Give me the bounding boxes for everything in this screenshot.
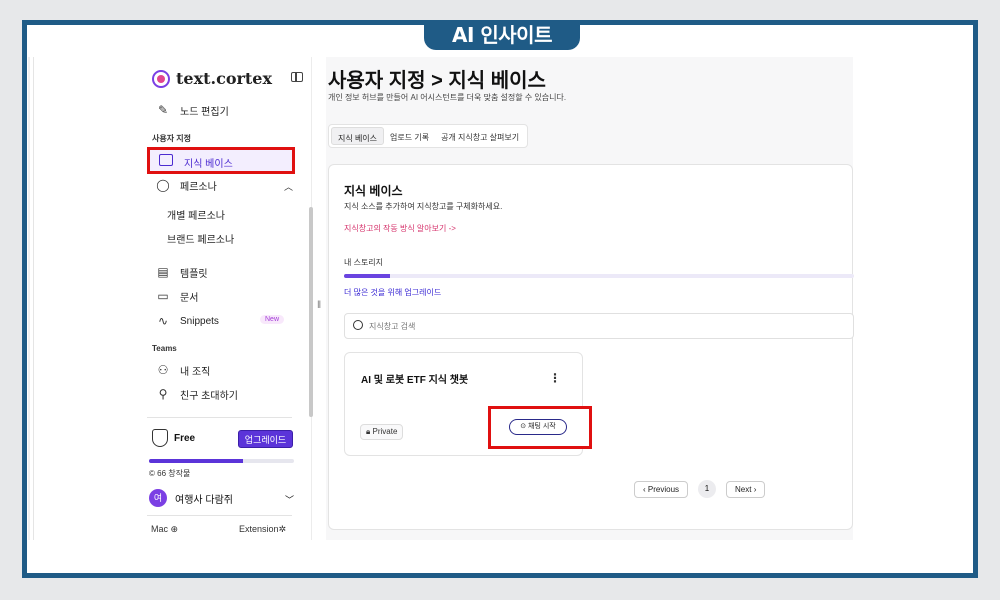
plan-name: Free (174, 432, 196, 444)
sidebar-item-invite-friends[interactable]: ⚲ 친구 초대하기 (156, 385, 238, 403)
chevron-up-icon[interactable]: ︿ (284, 180, 293, 193)
user-plus-icon: ⚲ (158, 387, 168, 401)
start-chat-button[interactable]: ⊙ 채팅 시작 (509, 419, 567, 435)
knowledge-card-title: AI 및 로봇 ETF 지식 챗봇 (361, 375, 469, 386)
private-badge: 🔒︎ Private (360, 424, 404, 440)
tab-public-knowledge[interactable]: 공개 지식창고 살펴보기 (435, 127, 525, 145)
logo[interactable]: text.cortex (152, 69, 272, 88)
sidebar-item-label: 템플릿 (180, 268, 208, 280)
sidebar-item-knowledge-base[interactable]: 지식 베이스 (147, 147, 295, 174)
avatar: 여 (149, 489, 167, 507)
privacy-label: Private (372, 427, 398, 436)
sidebar-item-label: 내 조직 (180, 366, 211, 378)
divider (147, 417, 292, 418)
plan-usage-fill (149, 459, 244, 463)
logo-text: text.cortex (176, 69, 273, 88)
search-icon (353, 320, 363, 330)
folder-icon: ▭ (157, 289, 169, 303)
divider (147, 515, 292, 516)
how-it-works-link[interactable]: 지식창고의 작동 방식 알아보기 -> (344, 223, 456, 234)
storage-label: 내 스토리지 (344, 258, 384, 267)
chevron-left-icon: ‹ (643, 484, 646, 494)
sidebar: text.cortex ✎ 노드 편집기 사용자 지정 지식 베이스 ◯ 페르소… (33, 57, 313, 540)
users-icon: ⚇ (157, 363, 169, 377)
start-chat-label: 채팅 시작 (528, 423, 556, 430)
previous-button[interactable]: ‹ Previous (634, 480, 689, 498)
folder-plus-icon (159, 154, 173, 166)
user-name: 여행사 다람쥐 (175, 494, 233, 506)
storage-fill (344, 274, 390, 278)
plan-usage-bar (149, 459, 294, 463)
app-screen: text.cortex ✎ 노드 편집기 사용자 지정 지식 베이스 ◯ 페르소… (33, 57, 854, 540)
sidebar-item-my-organization[interactable]: ⚇ 내 조직 (156, 361, 211, 379)
chat-button-highlight: ⊙ 채팅 시작 (488, 406, 592, 449)
knowledge-card[interactable]: AI 및 로봇 ETF 지식 챗봇 ⋮ 🔒︎ Private ⊙ 채팅 시작 (344, 352, 592, 456)
section-label-customize: 사용자 지정 (152, 134, 192, 143)
previous-label: Previous (647, 484, 680, 494)
template-icon: ▤ (157, 265, 169, 279)
knowledge-base-panel: 지식 베이스 지식 소스를 추가하여 지식창고를 구체화하세요. 지식창고의 작… (328, 164, 854, 530)
next-button[interactable]: Next › (726, 480, 766, 498)
chat-icon: ⊙ (520, 423, 527, 430)
tab-bar: 지식 베이스 업로드 기록 공개 지식창고 살펴보기 (328, 124, 529, 148)
next-label: Next (735, 484, 752, 494)
page-title: 사용자 지정 > 지식 베이스 (328, 70, 546, 92)
upgrade-button[interactable]: 업그레이드 (238, 430, 293, 448)
user-icon: ◯ (156, 178, 170, 192)
pagination: ‹ Previous 1 Next › (634, 480, 766, 498)
scrollbar-thumb[interactable] (309, 207, 313, 417)
search-input[interactable] (369, 318, 839, 334)
pencil-icon: ✎ (157, 103, 169, 117)
section-label-teams: Teams (152, 344, 177, 353)
sidebar-item-documents[interactable]: ▭ 문서 (156, 287, 198, 305)
sidebar-item-label: 노드 편집기 (180, 106, 229, 118)
plan-info: Free (152, 429, 195, 447)
sidebar-item-label: Snippets (180, 315, 219, 327)
tab-upload-history[interactable]: 업로드 기록 (384, 127, 435, 145)
storage-bar (344, 274, 854, 278)
chevron-right-icon: › (753, 484, 757, 494)
more-options-icon[interactable]: ⋮ (549, 371, 561, 385)
sidebar-item-personas[interactable]: ◯ 페르소나 (156, 176, 217, 194)
search-box (344, 313, 854, 339)
sidebar-item-label: 지식 베이스 (184, 159, 233, 170)
left-strip (28, 57, 30, 540)
main-content: 사용자 지정 > 지식 베이스 개인 정보 허브를 만들어 AI 어시스턴트를 … (326, 57, 854, 540)
lock-icon: 🔒︎ (366, 427, 371, 436)
resize-handle-icon[interactable]: ‖ (317, 300, 321, 311)
sidebar-item-label: 문서 (180, 292, 199, 304)
shield-icon (152, 429, 168, 447)
user-profile[interactable]: 여 여행사 다람쥐 (149, 489, 233, 507)
storage-upgrade-link[interactable]: 더 많은 것을 위해 업그레이드 (344, 287, 441, 298)
extension-link[interactable]: Extension✲ (239, 524, 286, 535)
kb-description: 지식 소스를 추가하여 지식창고를 구체화하세요. (344, 202, 503, 211)
page-number[interactable]: 1 (698, 480, 717, 498)
sidebar-item-label: 페르소나 (180, 181, 217, 193)
credits-text: © 66 창작물 (149, 469, 191, 478)
tab-knowledge-base[interactable]: 지식 베이스 (331, 127, 385, 145)
new-badge: New (260, 315, 285, 324)
kb-title: 지식 베이스 (344, 184, 403, 198)
snippets-icon: ∿ (157, 314, 169, 328)
sidebar-collapse-icon[interactable] (291, 72, 303, 82)
mac-app-link[interactable]: Mac ⊕ (151, 524, 178, 535)
page-description: 개인 정보 허브를 만들어 AI 어시스턴트를 더욱 맞춤 설정할 수 있습니다… (328, 93, 567, 102)
sidebar-item-node-editor[interactable]: ✎ 노드 편집기 (156, 101, 229, 119)
chevron-down-icon[interactable]: ﹀ (285, 493, 294, 506)
sidebar-item-snippets[interactable]: ∿ Snippets (156, 312, 219, 330)
sidebar-subitem-brand-persona[interactable]: 브랜드 페르소나 (167, 231, 234, 246)
sidebar-item-label: 친구 초대하기 (180, 390, 238, 402)
sidebar-item-templates[interactable]: ▤ 템플릿 (156, 263, 208, 281)
brand-banner: AI 인사이트 (424, 20, 580, 50)
brain-logo-icon (152, 69, 170, 88)
sidebar-subitem-individual-persona[interactable]: 개별 페르소나 (167, 207, 225, 222)
